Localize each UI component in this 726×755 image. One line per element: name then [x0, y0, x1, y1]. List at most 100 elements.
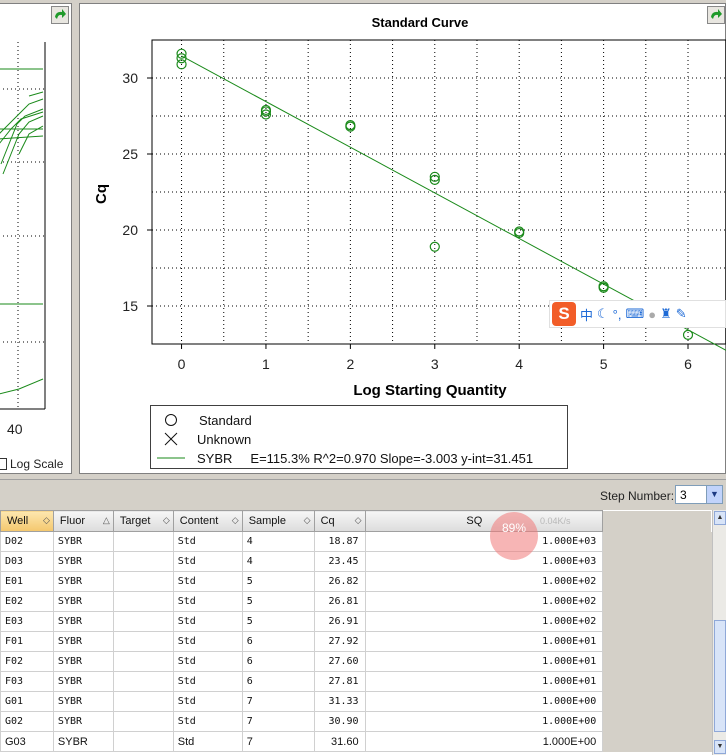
user-icon[interactable]: ● [648, 307, 656, 322]
cell-well[interactable]: G03 [0, 731, 54, 752]
cell-target[interactable] [112, 591, 174, 612]
cell-fluor[interactable]: SYBR [52, 711, 114, 732]
column-header-content[interactable]: Content ◇ [172, 510, 243, 532]
cell-well[interactable]: G01 [0, 691, 54, 712]
table-row[interactable]: G01 SYBR Std 7 31.33 1.000E+00 [0, 691, 712, 712]
cell-sample[interactable]: 6 [241, 651, 315, 672]
cell-target[interactable] [112, 731, 174, 752]
cell-content[interactable]: Std [172, 651, 243, 672]
chevron-down-icon[interactable]: ▼ [706, 486, 722, 503]
table-scrollbar[interactable]: ▲ ▼ [712, 510, 726, 755]
cell-well[interactable]: E02 [0, 591, 54, 612]
cell-sq[interactable]: 1.000E+00 [364, 711, 604, 732]
scrollbar-thumb[interactable] [714, 620, 726, 732]
punctuation-icon[interactable]: °, [613, 307, 622, 322]
wrench-icon[interactable]: ✎ [676, 306, 687, 322]
cell-cq[interactable]: 27.60 [313, 651, 366, 672]
cell-sq[interactable]: 1.000E+02 [364, 571, 604, 592]
cell-sq[interactable]: 1.000E+03 [364, 551, 604, 572]
ime-toolbar[interactable]: S 中 ☾ °, ⌨ ● ♜ ✎ [549, 300, 726, 328]
table-row[interactable]: E02 SYBR Std 5 26.81 1.000E+02 [0, 591, 712, 612]
cell-content[interactable]: Std [172, 571, 243, 592]
cell-fluor[interactable]: SYBR [52, 611, 114, 632]
cell-cq[interactable]: 31.33 [313, 691, 366, 712]
cell-target[interactable] [112, 531, 174, 552]
cell-sq[interactable]: 1.000E+00 [364, 731, 604, 752]
table-row[interactable]: F02 SYBR Std 6 27.60 1.000E+01 [0, 651, 712, 672]
cell-cq[interactable]: 27.92 [313, 631, 366, 652]
cell-content[interactable]: Std [172, 531, 243, 552]
cell-target[interactable] [112, 631, 174, 652]
cell-target[interactable] [112, 651, 174, 672]
cell-sample[interactable]: 6 [241, 671, 315, 692]
sogou-logo-icon[interactable]: S [552, 302, 576, 326]
cell-well[interactable]: G02 [0, 711, 54, 732]
cell-sq[interactable]: 1.000E+02 [364, 611, 604, 632]
cell-content[interactable]: Std [172, 551, 243, 572]
cell-target[interactable] [112, 611, 174, 632]
table-row[interactable]: D02 SYBR Std 4 18.87 1.000E+03 [0, 531, 712, 552]
cell-fluor[interactable]: SYBR [52, 631, 114, 652]
log-scale-option[interactable]: Log Scale [0, 457, 63, 471]
cell-target[interactable] [112, 691, 174, 712]
cell-sample[interactable]: 6 [241, 631, 315, 652]
cell-fluor[interactable]: SYBR [52, 591, 114, 612]
cell-sample[interactable]: 5 [241, 591, 315, 612]
cell-fluor[interactable]: SYBR [52, 531, 114, 552]
cell-well[interactable]: E03 [0, 611, 54, 632]
column-header-cq[interactable]: Cq ◇ [313, 510, 366, 532]
cell-fluor[interactable]: SYBR [52, 551, 114, 572]
cell-content[interactable]: Std [172, 731, 243, 752]
cell-cq[interactable]: 30.90 [313, 711, 366, 732]
column-header-sample[interactable]: Sample ◇ [241, 510, 315, 532]
cell-well[interactable]: F01 [0, 631, 54, 652]
moon-icon[interactable]: ☾ [597, 306, 609, 322]
cell-sq[interactable]: 1.000E+01 [364, 651, 604, 672]
column-header-fluor[interactable]: Fluor △ [52, 510, 114, 532]
scroll-down-icon[interactable]: ▼ [714, 740, 726, 754]
cell-sq[interactable]: 1.000E+02 [364, 591, 604, 612]
cell-cq[interactable]: 26.91 [313, 611, 366, 632]
table-row[interactable]: F01 SYBR Std 6 27.92 1.000E+01 [0, 631, 712, 652]
network-speed-badge[interactable]: 89% [490, 512, 538, 560]
cell-fluor[interactable]: SYBR [52, 691, 114, 712]
log-scale-checkbox[interactable] [0, 458, 7, 470]
cell-target[interactable] [112, 551, 174, 572]
cell-well[interactable]: F03 [0, 671, 54, 692]
cell-content[interactable]: Std [172, 611, 243, 632]
cell-content[interactable]: Std [172, 591, 243, 612]
cell-sample[interactable]: 4 [241, 531, 315, 552]
cell-cq[interactable]: 18.87 [313, 531, 366, 552]
cell-sq[interactable]: 1.000E+01 [364, 671, 604, 692]
cell-sample[interactable]: 5 [241, 571, 315, 592]
cell-cq[interactable]: 31.60 [313, 731, 366, 752]
chinese-mode-icon[interactable]: 中 [580, 305, 593, 324]
table-row[interactable]: F03 SYBR Std 6 27.81 1.000E+01 [0, 671, 712, 692]
cell-fluor[interactable]: SYBR [52, 651, 114, 672]
shirt-icon[interactable]: ♜ [660, 306, 672, 322]
table-row[interactable]: D03 SYBR Std 4 23.45 1.000E+03 [0, 551, 712, 572]
table-row[interactable]: E03 SYBR Std 5 26.91 1.000E+02 [0, 611, 712, 632]
cell-well[interactable]: D03 [0, 551, 54, 572]
cell-sample[interactable]: 7 [241, 711, 315, 732]
keyboard-icon[interactable]: ⌨ [625, 306, 644, 322]
cell-cq[interactable]: 23.45 [313, 551, 366, 572]
cell-target[interactable] [112, 571, 174, 592]
scroll-up-icon[interactable]: ▲ [714, 511, 726, 525]
cell-sample[interactable]: 5 [241, 611, 315, 632]
cell-content[interactable]: Std [172, 691, 243, 712]
cell-content[interactable]: Std [172, 671, 243, 692]
table-row[interactable]: G03 SYBR Std 7 31.60 1.000E+00 [0, 731, 712, 752]
cell-well[interactable]: F02 [0, 651, 54, 672]
column-header-target[interactable]: Target ◇ [112, 510, 174, 532]
step-number-select[interactable]: 3 ▼ [675, 485, 723, 504]
cell-sq[interactable]: 1.000E+01 [364, 631, 604, 652]
cell-target[interactable] [112, 711, 174, 732]
cell-cq[interactable]: 27.81 [313, 671, 366, 692]
table-row[interactable]: G02 SYBR Std 7 30.90 1.000E+00 [0, 711, 712, 732]
cell-target[interactable] [112, 671, 174, 692]
column-header-well[interactable]: Well ◇ [0, 510, 54, 532]
cell-well[interactable]: D02 [0, 531, 54, 552]
cell-content[interactable]: Std [172, 631, 243, 652]
cell-cq[interactable]: 26.81 [313, 591, 366, 612]
